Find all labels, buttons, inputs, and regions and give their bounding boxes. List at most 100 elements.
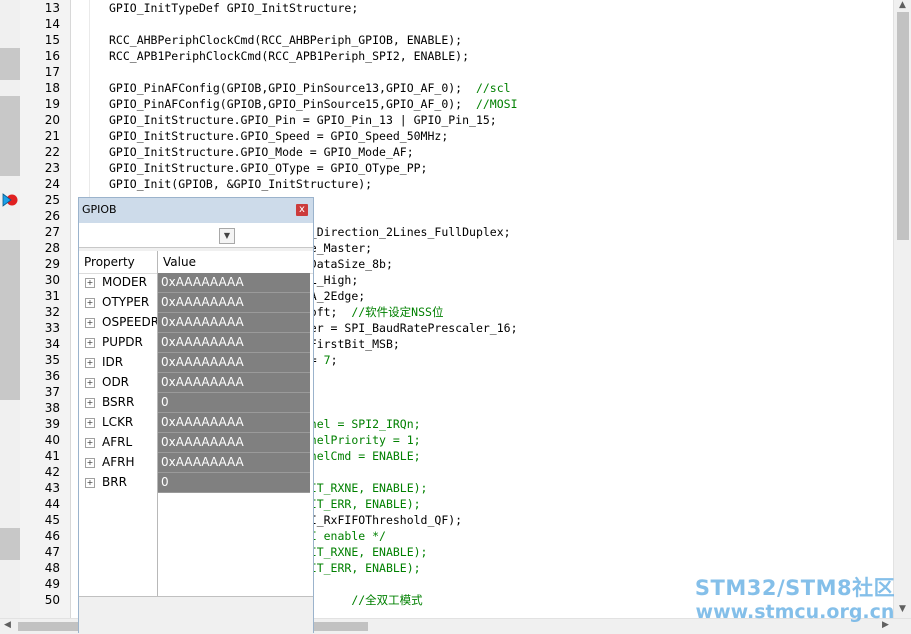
line-number: 37 [44, 385, 60, 399]
register-row-ospeedr[interactable]: + OSPEEDR 0xAAAAAAAA [79, 313, 313, 333]
code-token: GPIO_PinAFConfig(GPIOB,GPIO_PinSource13,… [109, 81, 476, 95]
register-row-bsrr[interactable]: + BSRR 0 [79, 393, 313, 413]
scroll-up-icon[interactable]: ▲ [899, 0, 906, 10]
register-value[interactable]: 0xAAAAAAAA [158, 273, 310, 293]
register-row-idr[interactable]: + IDR 0xAAAAAAAA [79, 353, 313, 373]
expand-icon[interactable]: + [85, 478, 95, 488]
code-token: GPIO_InitStructure.GPIO_Pin = GPIO_Pin_1… [109, 113, 497, 127]
expand-icon[interactable]: + [85, 318, 95, 328]
line-number: 16 [44, 49, 60, 63]
register-value[interactable]: 0 [158, 473, 310, 493]
expand-icon[interactable]: + [85, 378, 95, 388]
line-number: 33 [44, 321, 60, 335]
register-row-afrl[interactable]: + AFRL 0xAAAAAAAA [79, 433, 313, 453]
expand-icon[interactable]: + [85, 458, 95, 468]
panel-title: GPIOB [82, 203, 117, 216]
margin-marker [0, 528, 20, 560]
line-number: 27 [44, 225, 60, 239]
column-header-value[interactable]: Value [163, 255, 196, 269]
margin-marker [0, 48, 20, 80]
code-line[interactable]: GPIO_InitStructure.GPIO_Pin = GPIO_Pin_1… [109, 112, 497, 128]
code-line[interactable]: GPIO_Init(GPIOB, &GPIO_InitStructure); [109, 176, 372, 192]
line-number: 41 [44, 449, 60, 463]
register-row-pupdr[interactable]: + PUPDR 0xAAAAAAAA [79, 333, 313, 353]
breakpoint-margin[interactable] [0, 0, 20, 618]
register-value[interactable]: 0xAAAAAAAA [158, 413, 310, 433]
line-number: 28 [44, 241, 60, 255]
watermark-line2: www.stmcu.org.cn [695, 601, 895, 623]
register-name: LCKR [102, 415, 134, 429]
line-number: 35 [44, 353, 60, 367]
expand-icon[interactable]: + [85, 278, 95, 288]
expand-icon[interactable]: + [85, 438, 95, 448]
line-number: 45 [44, 513, 60, 527]
code-line[interactable]: GPIO_PinAFConfig(GPIOB,GPIO_PinSource13,… [109, 80, 511, 96]
property-grid[interactable]: Property Value + MODER 0xAAAAAAAA + OTYPER 0x… [79, 251, 313, 596]
code-token: //scl [475, 81, 511, 95]
register-value-text: 0xAAAAAAAA [161, 455, 244, 469]
code-token: GPIO_InitTypeDef GPIO_InitStructure; [109, 1, 359, 15]
register-value[interactable]: 0xAAAAAAAA [158, 293, 310, 313]
line-number-gutter: 13 14 15 16 17 18 19 20 21 22 23 24 25 26 27 28 29 30 31 32… [20, 0, 71, 618]
code-token: GPIO_Init(GPIOB, &GPIO_InitStructure); [109, 177, 373, 191]
code-line[interactable]: RCC_AHBPeriphClockCmd(RCC_AHBPeriph_GPIO… [109, 32, 462, 48]
register-value-text: 0xAAAAAAAA [161, 415, 244, 429]
line-number: 31 [44, 289, 60, 303]
code-token: GPIO_PinAFConfig(GPIOB,GPIO_PinSource15,… [109, 97, 476, 111]
line-number: 44 [44, 497, 60, 511]
register-row-odr[interactable]: + ODR 0xAAAAAAAA [79, 373, 313, 393]
line-number: 43 [44, 481, 60, 495]
register-row-otyper[interactable]: + OTYPER 0xAAAAAAAA [79, 293, 313, 313]
code-token: ; [330, 353, 338, 367]
register-value[interactable]: 0xAAAAAAAA [158, 333, 310, 353]
vertical-scrollbar[interactable]: ▲ ▼ [893, 0, 911, 618]
line-number: 21 [44, 129, 60, 143]
expand-icon[interactable]: + [85, 358, 95, 368]
vertical-scroll-thumb[interactable] [897, 12, 909, 240]
code-line[interactable]: GPIO_PinAFConfig(GPIOB,GPIO_PinSource15,… [109, 96, 518, 112]
register-value[interactable]: 0xAAAAAAAA [158, 313, 310, 333]
line-number: 25 [44, 193, 60, 207]
line-number: 38 [44, 401, 60, 415]
code-line[interactable]: GPIO_InitStructure.GPIO_Speed = GPIO_Spe… [109, 128, 448, 144]
chevron-down-icon[interactable]: ▼ [219, 228, 235, 244]
close-icon[interactable]: x [296, 204, 308, 216]
gpiob-peripheral-panel[interactable]: GPIOB x ▼ Property Value + MODER 0xAAAAAAA… [78, 197, 314, 633]
register-value[interactable]: 0xAAAAAAAA [158, 353, 310, 373]
code-token: GPIO_InitStructure.GPIO_OType = GPIO_OTy… [109, 161, 428, 175]
line-number: 48 [44, 561, 60, 575]
register-value-text: 0xAAAAAAAA [161, 435, 244, 449]
register-name: AFRL [102, 435, 133, 449]
scroll-left-icon[interactable]: ◀ [4, 620, 11, 630]
column-header-property[interactable]: Property [84, 255, 135, 269]
panel-toolbar: ▼ [79, 223, 313, 248]
expand-icon[interactable]: + [85, 418, 95, 428]
margin-marker [0, 96, 20, 176]
register-value-text: 0 [161, 475, 169, 489]
register-value[interactable]: 0xAAAAAAAA [158, 373, 310, 393]
register-value-text: 0xAAAAAAAA [161, 275, 244, 289]
line-number: 22 [44, 145, 60, 159]
panel-titlebar[interactable]: GPIOB x [79, 198, 313, 223]
code-line[interactable]: GPIO_InitTypeDef GPIO_InitStructure; [109, 0, 358, 16]
register-row-brr[interactable]: + BRR 0 [79, 473, 313, 493]
code-line[interactable]: GPIO_InitStructure.GPIO_Mode = GPIO_Mode… [109, 144, 414, 160]
expand-icon[interactable]: + [85, 338, 95, 348]
line-number: 26 [44, 209, 60, 223]
line-number: 42 [44, 465, 60, 479]
expand-icon[interactable]: + [85, 298, 95, 308]
register-value[interactable]: 0 [158, 393, 310, 413]
line-number: 20 [44, 113, 60, 127]
register-value[interactable]: 0xAAAAAAAA [158, 433, 310, 453]
register-row-afrh[interactable]: + AFRH 0xAAAAAAAA [79, 453, 313, 473]
expand-icon[interactable]: + [85, 398, 95, 408]
code-line[interactable]: RCC_APB1PeriphClockCmd(RCC_APB1Periph_SP… [109, 48, 469, 64]
register-value[interactable]: 0xAAAAAAAA [158, 453, 310, 473]
register-row-lckr[interactable]: + LCKR 0xAAAAAAAA [79, 413, 313, 433]
line-number: 40 [44, 433, 60, 447]
column-separator[interactable] [157, 251, 158, 596]
register-name: BSRR [102, 395, 135, 409]
code-line[interactable]: GPIO_InitStructure.GPIO_OType = GPIO_OTy… [109, 160, 428, 176]
register-row-moder[interactable]: + MODER 0xAAAAAAAA [79, 273, 313, 293]
code-token: //软件设定NSS位 [351, 305, 444, 319]
